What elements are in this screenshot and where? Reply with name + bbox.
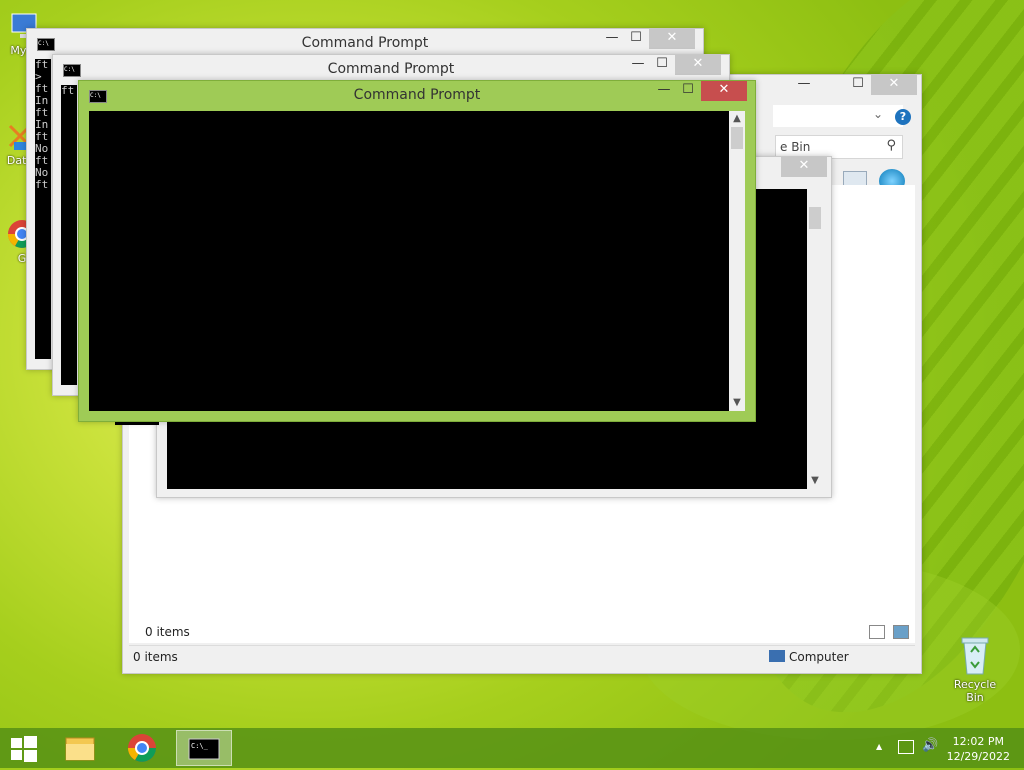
inner-scroll-down-arrow[interactable]: ▼ [807, 473, 823, 489]
windows-logo-icon [11, 736, 37, 762]
cmd-icon: C:\_ [188, 738, 220, 760]
mid-minimize-button[interactable]: — [625, 55, 651, 75]
details-view-icon[interactable] [869, 625, 885, 639]
clock-time: 12:02 PM [952, 735, 1004, 748]
chrome-icon [128, 734, 156, 762]
taskbar-command-prompt[interactable]: C:\_ [176, 730, 232, 766]
volume-icon[interactable]: 🔊 [922, 738, 938, 753]
front-scroll-up-arrow[interactable]: ▲ [729, 111, 745, 127]
front-scrollbar[interactable]: ▲ ▼ [729, 111, 745, 411]
front-scroll-down-arrow[interactable]: ▼ [729, 395, 745, 411]
start-button[interactable] [0, 730, 48, 766]
inner-close-button[interactable]: ✕ [781, 157, 827, 177]
clock[interactable]: 12:02 PM 12/29/2022 [947, 734, 1010, 764]
taskbar-chrome[interactable] [114, 730, 170, 766]
back-console-output[interactable]: ft > ft In ft In ft No ft No ft [35, 59, 51, 359]
mid-console-output[interactable]: ft [61, 85, 77, 385]
status-computer: Computer [789, 650, 849, 664]
large-icons-view-icon[interactable] [893, 625, 909, 639]
recycle-bin-icon [958, 632, 992, 676]
back-maximize-button[interactable]: ☐ [623, 29, 649, 49]
status-items: 0 items [133, 650, 178, 664]
front-scroll-thumb[interactable] [731, 127, 743, 149]
explorer-close-button[interactable]: ✕ [871, 75, 917, 95]
items-count-label: 0 items [145, 625, 190, 639]
back-close-button[interactable]: ✕ [649, 29, 695, 49]
cmd-window-front[interactable]: C:\ Command Prompt — ☐ ✕ ▲ ▼ [78, 80, 756, 422]
status-bar: 0 items Computer [129, 645, 915, 668]
help-icon[interactable]: ? [895, 109, 911, 125]
desktop-icon-label: Recycle Bin [953, 678, 997, 704]
inner-scroll-thumb[interactable] [809, 207, 821, 229]
console-line: ft [61, 84, 75, 97]
mid-maximize-button[interactable]: ☐ [649, 55, 675, 75]
mid-close-button[interactable]: ✕ [675, 55, 721, 75]
desktop-icon-label: G [17, 252, 27, 265]
search-text: e Bin [780, 140, 811, 154]
front-maximize-button[interactable]: ☐ [675, 81, 701, 101]
search-icon[interactable]: ⚲ [886, 138, 896, 153]
folder-icon [65, 737, 95, 761]
address-dropdown-icon[interactable]: ⌄ [873, 107, 883, 121]
inner-scrollbar[interactable]: ▼ [807, 189, 823, 489]
back-minimize-button[interactable]: — [599, 29, 625, 49]
explorer-address-bar[interactable]: ⌄ [773, 105, 903, 127]
clock-date: 12/29/2022 [946, 750, 1010, 763]
front-minimize-button[interactable]: — [651, 81, 677, 101]
explorer-maximize-button[interactable]: ☐ [845, 75, 871, 95]
desktop-icon-recycle-bin[interactable]: Recycle Bin [944, 632, 1006, 704]
computer-icon [769, 650, 785, 662]
front-console-output[interactable] [89, 111, 729, 411]
network-icon[interactable] [898, 740, 914, 754]
taskbar-file-explorer[interactable] [52, 730, 108, 766]
taskbar: C:\_ ▲ 🔊 12:02 PM 12/29/2022 [0, 728, 1024, 768]
svg-text:C:\_: C:\_ [191, 742, 209, 750]
explorer-minimize-button[interactable]: — [791, 75, 817, 95]
console-line: ft [35, 178, 49, 191]
front-close-button[interactable]: ✕ [701, 81, 747, 101]
tray-expand-arrow[interactable]: ▲ [876, 742, 882, 751]
